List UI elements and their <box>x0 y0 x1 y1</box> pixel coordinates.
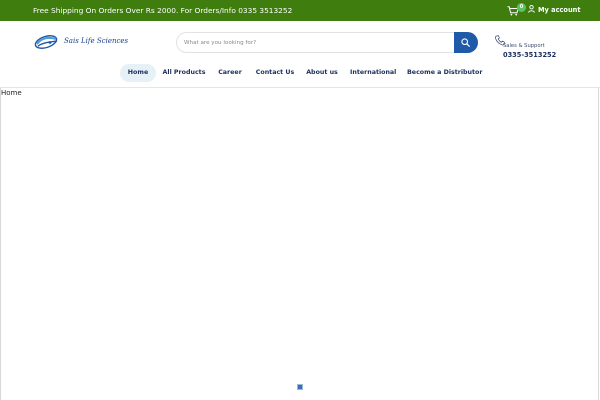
cart-count-badge: 0 <box>517 3 526 12</box>
nav-item-home[interactable]: Home <box>120 64 156 82</box>
nav-item-international[interactable]: International <box>350 64 396 82</box>
nav-item-career[interactable]: Career <box>216 64 244 82</box>
search-bar <box>176 32 478 53</box>
my-account-link[interactable]: My account <box>528 0 581 21</box>
search-button[interactable] <box>454 32 478 53</box>
shipping-promo-text: Free Shipping On Orders Over Rs 2000. Fo… <box>33 6 293 15</box>
search-input[interactable] <box>176 32 454 53</box>
sales-support[interactable]: Sales & Support 0335-3513252 <box>495 35 575 61</box>
logo-text: Sais Life Sciences <box>64 37 129 45</box>
content-area <box>0 88 599 400</box>
user-icon <box>528 5 535 13</box>
scroll-indicator-icon[interactable] <box>297 384 303 390</box>
top-announcement-bar: Free Shipping On Orders Over Rs 2000. Fo… <box>0 0 600 21</box>
support-phone[interactable]: 0335-3513252 <box>503 51 556 59</box>
site-logo[interactable]: Sais Life Sciences <box>34 33 129 51</box>
nav-item-all-products[interactable]: All Products <box>162 64 206 82</box>
breadcrumb[interactable]: Home <box>1 88 22 98</box>
search-icon <box>461 38 470 47</box>
main-navigation: Home All Products Career Contact Us Abou… <box>0 64 600 82</box>
nav-item-become-a-distributor[interactable]: Become a Distributor <box>407 64 482 82</box>
my-account-label: My account <box>538 6 581 14</box>
nav-item-contact-us[interactable]: Contact Us <box>255 64 295 82</box>
support-label: Sales & Support <box>503 43 545 49</box>
logo-icon <box>34 35 58 49</box>
nav-item-about-us[interactable]: About us <box>305 64 339 82</box>
cart-button[interactable]: 0 <box>507 3 526 18</box>
